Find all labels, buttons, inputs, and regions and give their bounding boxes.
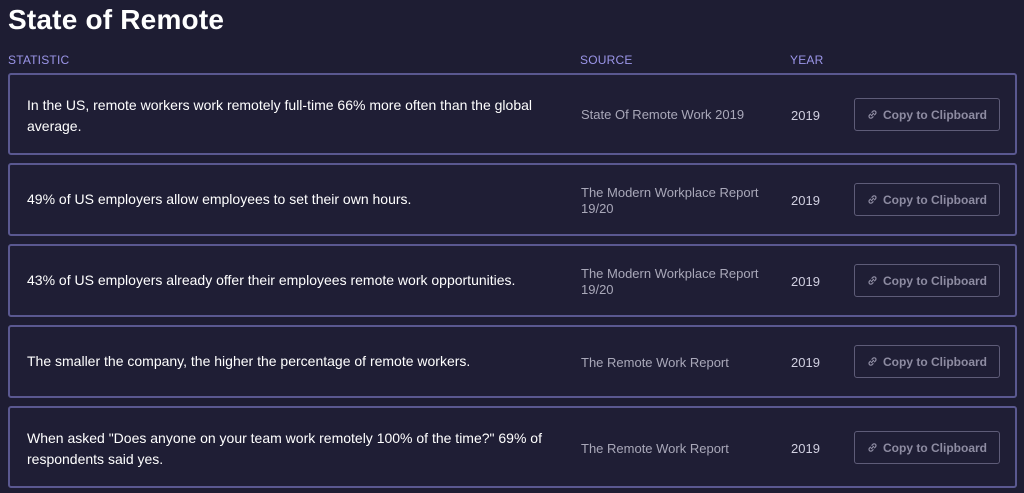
table-row: When asked "Does anyone on your team wor… <box>8 406 1017 488</box>
statistic-text: In the US, remote workers work remotely … <box>27 97 532 134</box>
column-header-statistic: STATISTIC <box>8 53 70 67</box>
table-row: 43% of US employers already offer their … <box>8 244 1017 317</box>
copy-button-label: Copy to Clipboard <box>883 107 987 122</box>
year-text: 2019 <box>791 108 820 123</box>
source-text: The Remote Work Report <box>581 355 729 370</box>
copy-to-clipboard-button[interactable]: Copy to Clipboard <box>854 183 1000 216</box>
copy-to-clipboard-button[interactable]: Copy to Clipboard <box>854 264 1000 297</box>
source-text: State Of Remote Work 2019 <box>581 107 745 122</box>
year-text: 2019 <box>791 355 820 370</box>
year-text: 2019 <box>791 441 820 456</box>
statistic-text: 43% of US employers already offer their … <box>27 272 516 288</box>
column-header-source: SOURCE <box>580 53 633 67</box>
link-icon <box>868 443 877 452</box>
source-text: The Modern Workplace Report 19/20 <box>581 185 759 216</box>
page-title: State of Remote <box>8 4 225 35</box>
copy-button-label: Copy to Clipboard <box>883 354 987 369</box>
copy-button-label: Copy to Clipboard <box>883 273 987 288</box>
link-icon <box>868 195 877 204</box>
copy-button-label: Copy to Clipboard <box>883 192 987 207</box>
statistic-text: When asked "Does anyone on your team wor… <box>27 430 542 467</box>
copy-button-label: Copy to Clipboard <box>883 440 987 455</box>
year-text: 2019 <box>791 193 820 208</box>
year-text: 2019 <box>791 274 820 289</box>
statistic-text: The smaller the company, the higher the … <box>27 353 471 369</box>
table-row: 49% of US employers allow employees to s… <box>8 163 1017 236</box>
link-icon <box>868 276 877 285</box>
copy-to-clipboard-button[interactable]: Copy to Clipboard <box>854 98 1000 131</box>
source-text: The Modern Workplace Report 19/20 <box>581 266 759 297</box>
state-of-remote-page: State of Remote STATISTIC SOURCE YEAR In… <box>0 0 1024 493</box>
column-header-year: YEAR <box>790 53 824 67</box>
statistic-text: 49% of US employers allow employees to s… <box>27 191 412 207</box>
copy-to-clipboard-button[interactable]: Copy to Clipboard <box>854 431 1000 464</box>
source-text: The Remote Work Report <box>581 441 729 456</box>
link-icon <box>868 357 877 366</box>
copy-to-clipboard-button[interactable]: Copy to Clipboard <box>854 345 1000 378</box>
table-row: In the US, remote workers work remotely … <box>8 73 1017 155</box>
table-row: The smaller the company, the higher the … <box>8 325 1017 398</box>
link-icon <box>868 110 877 119</box>
